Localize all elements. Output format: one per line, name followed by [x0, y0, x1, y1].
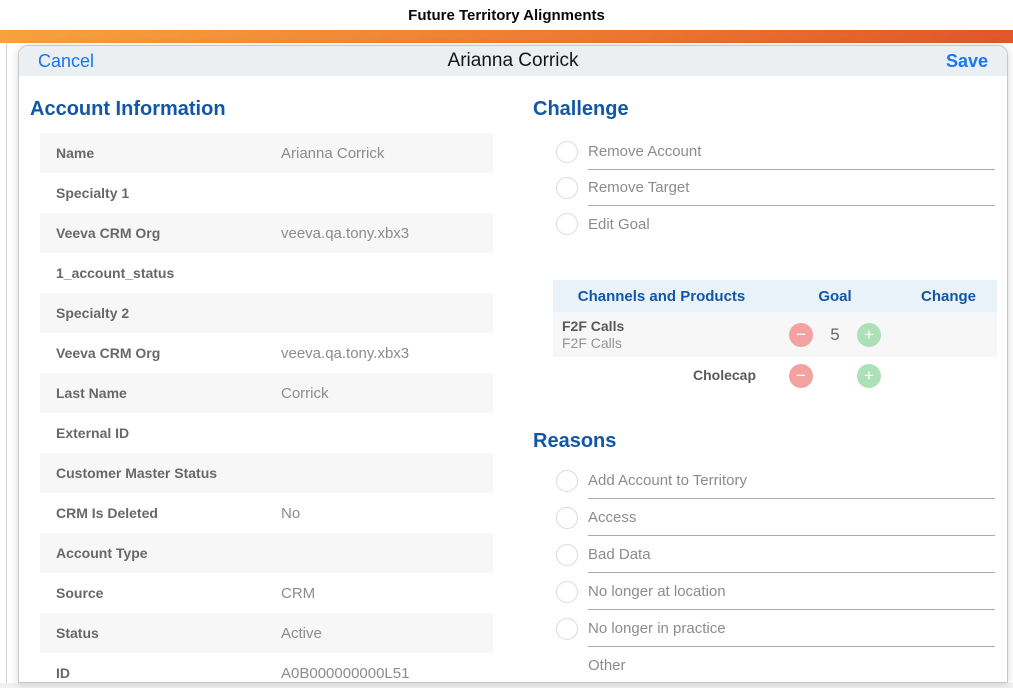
reason-option-access[interactable]: Access	[533, 499, 995, 536]
cancel-button[interactable]: Cancel	[38, 51, 94, 72]
channel-cell: Cholecap	[553, 367, 770, 385]
field-label: Veeva CRM Org	[40, 345, 281, 361]
table-row: Veeva CRM Org veeva.qa.tony.xbx3	[40, 213, 493, 253]
table-row: Name Arianna Corrick	[40, 133, 493, 173]
column-header-channels: Channels and Products	[553, 288, 770, 305]
challenge-options: Remove Account Remove Target Edit Goal	[533, 134, 995, 242]
table-row: F2F Calls F2F Calls − 5 +	[553, 312, 997, 357]
reason-option-no-longer-practice[interactable]: No longer in practice	[533, 610, 995, 647]
table-row: ID A0B000000000L51	[40, 653, 493, 683]
channel-name: Cholecap	[693, 367, 756, 383]
radio-icon[interactable]	[556, 507, 578, 529]
field-label: Name	[40, 145, 281, 161]
goal-cell: − +	[770, 364, 900, 388]
field-label: Customer Master Status	[40, 465, 281, 481]
goal-value: 5	[825, 325, 845, 345]
table-row: Status Active	[40, 613, 493, 653]
brand-gradient-bar	[0, 30, 1013, 43]
field-label: Source	[40, 585, 281, 601]
table-header-row: Channels and Products Goal Change	[553, 280, 997, 312]
channel-name: F2F Calls	[562, 318, 770, 335]
field-label: Status	[40, 625, 281, 641]
field-label: Account Type	[40, 545, 281, 561]
increment-goal-button[interactable]: +	[857, 364, 881, 388]
field-value: veeva.qa.tony.xbx3	[281, 345, 409, 362]
field-label: 1_account_status	[40, 265, 281, 281]
table-row: 1_account_status	[40, 253, 493, 293]
field-value: veeva.qa.tony.xbx3	[281, 225, 409, 242]
channel-cell: F2F Calls F2F Calls	[553, 318, 770, 352]
backdrop-bottom	[0, 683, 1013, 688]
backdrop-sheet-edge	[6, 43, 7, 688]
account-information-heading: Account Information	[30, 98, 226, 121]
table-row: External ID	[40, 413, 493, 453]
option-label: No longer at location	[588, 573, 995, 610]
table-row: Source CRM	[40, 573, 493, 613]
challenge-heading: Challenge	[533, 98, 629, 121]
field-label: External ID	[40, 425, 281, 441]
window-title: Future Territory Alignments	[0, 0, 1013, 30]
radio-icon[interactable]	[556, 618, 578, 640]
option-label: Add Account to Territory	[588, 462, 995, 499]
challenge-option-remove-target[interactable]: Remove Target	[533, 170, 995, 206]
option-label: Other	[588, 647, 995, 683]
field-label: Last Name	[40, 385, 281, 401]
field-value: Active	[281, 625, 322, 642]
decrement-goal-button[interactable]: −	[789, 364, 813, 388]
account-challenge-modal: Cancel Arianna Corrick Save Account Info…	[18, 45, 1008, 683]
table-row: Specialty 1	[40, 173, 493, 213]
radio-icon[interactable]	[556, 141, 578, 163]
save-button[interactable]: Save	[946, 51, 988, 72]
modal-header: Cancel Arianna Corrick Save	[19, 46, 1007, 76]
column-header-goal: Goal	[770, 288, 900, 305]
option-label: Access	[588, 499, 995, 536]
table-row: CRM Is Deleted No	[40, 493, 493, 533]
option-label: Bad Data	[588, 536, 995, 573]
table-row: Account Type	[40, 533, 493, 573]
table-row: Veeva CRM Org veeva.qa.tony.xbx3	[40, 333, 493, 373]
field-label: Specialty 1	[40, 185, 281, 201]
goal-cell: − 5 +	[770, 323, 900, 347]
radio-icon[interactable]	[556, 544, 578, 566]
table-row: Last Name Corrick	[40, 373, 493, 413]
column-header-change: Change	[900, 288, 997, 305]
radio-icon[interactable]	[556, 177, 578, 199]
field-value: CRM	[281, 585, 315, 602]
reason-option-no-longer-location[interactable]: No longer at location	[533, 573, 995, 610]
field-label: CRM Is Deleted	[40, 505, 281, 521]
field-label: ID	[40, 665, 281, 681]
field-value: Corrick	[281, 385, 329, 402]
reason-option-add-account[interactable]: Add Account to Territory	[533, 462, 995, 499]
channels-products-table: Channels and Products Goal Change F2F Ca…	[553, 280, 997, 395]
field-value: No	[281, 505, 300, 522]
table-row: Cholecap − +	[553, 357, 997, 395]
challenge-option-edit-goal[interactable]: Edit Goal	[533, 206, 995, 242]
modal-title: Arianna Corrick	[19, 50, 1007, 72]
challenge-option-remove-account[interactable]: Remove Account	[533, 134, 995, 170]
reason-option-other[interactable]: Other	[533, 647, 995, 683]
field-value: Arianna Corrick	[281, 145, 384, 162]
table-row: Customer Master Status	[40, 453, 493, 493]
account-information-table: Name Arianna Corrick Specialty 1 Veeva C…	[40, 133, 493, 683]
field-label: Veeva CRM Org	[40, 225, 281, 241]
decrement-goal-button[interactable]: −	[789, 323, 813, 347]
product-name: F2F Calls	[562, 335, 770, 352]
option-label: Remove Target	[588, 170, 995, 206]
reasons-options: Add Account to Territory Access Bad Data…	[533, 462, 995, 683]
option-label: Remove Account	[588, 134, 995, 170]
option-label: Edit Goal	[588, 206, 995, 242]
reason-option-bad-data[interactable]: Bad Data	[533, 536, 995, 573]
radio-icon[interactable]	[556, 581, 578, 603]
option-label: No longer in practice	[588, 610, 995, 647]
radio-icon[interactable]	[556, 470, 578, 492]
increment-goal-button[interactable]: +	[857, 323, 881, 347]
table-row: Specialty 2	[40, 293, 493, 333]
radio-icon[interactable]	[556, 213, 578, 235]
field-label: Specialty 2	[40, 305, 281, 321]
field-value: A0B000000000L51	[281, 665, 409, 682]
reasons-heading: Reasons	[533, 430, 616, 453]
